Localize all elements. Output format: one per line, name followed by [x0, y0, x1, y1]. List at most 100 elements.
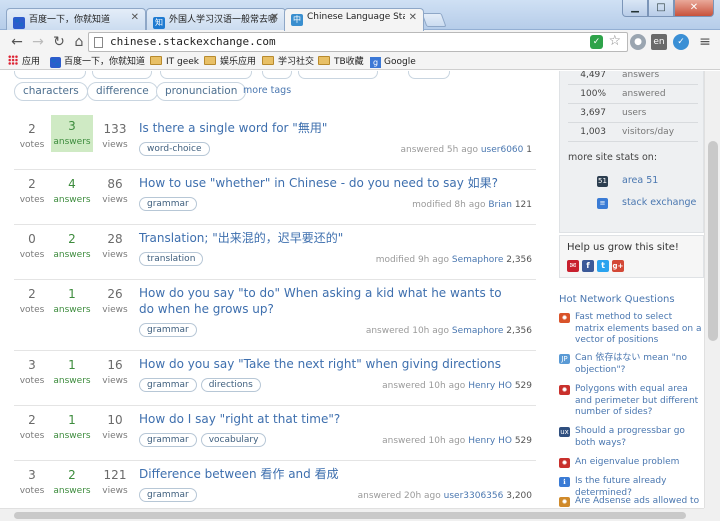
- question-title-link[interactable]: Is there a single word for "無用": [139, 120, 519, 136]
- zhihu-icon: 知: [153, 17, 165, 29]
- tab-chinese-stackexchange[interactable]: 中 Chinese Language Stack Exchange ✕: [284, 8, 424, 31]
- hnq-item[interactable]: ✹ An eigenvalue problem: [559, 457, 704, 469]
- hnq-link[interactable]: An eigenvalue problem: [575, 457, 704, 469]
- hnq-link[interactable]: Can 依存はない mean "no objection"?: [575, 353, 704, 376]
- bookmark-baidu[interactable]: 🐾 百度一下，你就知道: [50, 55, 145, 69]
- vertical-scroll-thumb[interactable]: [708, 141, 718, 341]
- bookmark-star-icon[interactable]: ☆: [608, 33, 621, 49]
- back-arrow-icon[interactable]: ←: [8, 33, 26, 51]
- close-icon[interactable]: ✕: [409, 12, 417, 23]
- bookmark-google[interactable]: g Google: [370, 55, 416, 69]
- close-icon[interactable]: ✕: [131, 12, 139, 23]
- tag-chip-partial[interactable]: [14, 71, 86, 79]
- hnq-item[interactable]: ux Should a progressbar go both ways?: [559, 426, 704, 449]
- tab-zhihu[interactable]: 知外国人学习汉语一般常去哪 ✕: [146, 8, 286, 30]
- stat-value: 1,003: [580, 127, 606, 137]
- user-link[interactable]: Brian: [488, 200, 512, 210]
- question-tags: word-choice: [139, 142, 210, 156]
- hot-network-questions-title[interactable]: Hot Network Questions: [559, 294, 675, 305]
- hnq-link[interactable]: Polygons with equal area and perimeter b…: [575, 384, 704, 419]
- baidu-paw-icon: 🐾: [13, 17, 25, 29]
- tag-chip-pronunciation[interactable]: pronunciation: [156, 82, 247, 101]
- user-link[interactable]: user3306356: [444, 491, 504, 501]
- tag-chip-partial[interactable]: [298, 71, 378, 79]
- home-icon[interactable]: ⌂: [70, 33, 88, 51]
- hnq-link[interactable]: Are Adsense ads allowed to run: [575, 496, 704, 508]
- area51-link[interactable]: area 51: [622, 172, 704, 190]
- hnq-item[interactable]: ✹ Are Adsense ads allowed to run: [559, 496, 704, 508]
- votes-count: 3 votes: [19, 468, 45, 496]
- bookmark-folder-tb[interactable]: TB收藏: [318, 55, 364, 69]
- horizontal-scrollbar[interactable]: [0, 508, 704, 521]
- adblock-shield-icon[interactable]: ✓: [590, 35, 603, 49]
- new-tab-button[interactable]: [421, 13, 447, 27]
- question-title-link[interactable]: How do you say "to do" When asking a kid…: [139, 285, 519, 317]
- question-tag[interactable]: grammar: [139, 433, 197, 447]
- tag-chip-partial[interactable]: [262, 71, 292, 79]
- maximize-button[interactable]: □: [648, 0, 674, 17]
- hnq-link[interactable]: Fast method to select matrix elements ba…: [575, 312, 704, 347]
- webmasters-site-icon: ✹: [559, 497, 570, 507]
- question-tag[interactable]: word-choice: [139, 142, 210, 156]
- user-link[interactable]: user6060: [481, 145, 524, 155]
- views-count: 86 views: [102, 177, 128, 205]
- question-tag[interactable]: directions: [200, 378, 261, 392]
- hnq-item[interactable]: ✹ Polygons with equal area and perimeter …: [559, 384, 704, 419]
- tag-chip-partial[interactable]: [160, 71, 252, 79]
- hnq-link[interactable]: Should a progressbar go both ways?: [575, 426, 704, 449]
- question-tag[interactable]: vocabulary: [200, 433, 267, 447]
- user-link[interactable]: Henry HO: [468, 381, 512, 391]
- question-title-link[interactable]: How do I say "right at that time"?: [139, 411, 519, 427]
- question-title-link[interactable]: How do you say "Take the next right" whe…: [139, 356, 519, 372]
- bookmarks-bar: 应用 🐾 百度一下，你就知道 IT geek 娱乐应用 学习社交 TB收藏 g Go…: [0, 54, 720, 70]
- reload-icon[interactable]: ↻: [50, 33, 68, 51]
- tab-baidu[interactable]: 🐾 百度一下，你就知道 ✕: [6, 8, 146, 30]
- user-link[interactable]: Semaphore: [452, 326, 504, 336]
- tag-chip-characters[interactable]: characters: [14, 82, 88, 101]
- stat-value: 3,697: [580, 108, 606, 118]
- question-tag[interactable]: grammar: [139, 378, 197, 392]
- address-bar[interactable]: chinese.stackexchange.com ✓ ☆: [88, 32, 628, 52]
- bookmark-folder-entertainment[interactable]: 娱乐应用: [204, 55, 256, 69]
- stackexchange-link[interactable]: stack exchange: [622, 194, 704, 212]
- close-icon[interactable]: ✕: [271, 12, 279, 23]
- forward-arrow-icon[interactable]: →: [29, 33, 47, 51]
- tag-chip-difference[interactable]: difference: [87, 82, 158, 101]
- stat-value: 4,497: [580, 71, 606, 80]
- url-text[interactable]: chinese.stackexchange.com: [110, 35, 276, 48]
- folder-icon: [262, 56, 274, 65]
- question-tag[interactable]: translation: [139, 252, 204, 266]
- email-share-icon[interactable]: ✉: [567, 260, 579, 272]
- vertical-scrollbar[interactable]: [704, 71, 720, 508]
- extension-globe-icon[interactable]: ●: [630, 34, 646, 50]
- question-tag[interactable]: grammar: [139, 488, 197, 502]
- tag-chip-partial[interactable]: [408, 71, 450, 79]
- hnq-item[interactable]: ✹ Fast method to select matrix elements b…: [559, 312, 704, 347]
- question-title-link[interactable]: Difference between 看作 and 看成: [139, 466, 519, 482]
- question-title-link[interactable]: How to use "whether" in Chinese - do you…: [139, 175, 519, 191]
- user-link[interactable]: Henry HO: [468, 436, 512, 446]
- user-link[interactable]: Semaphore: [452, 255, 504, 265]
- tag-chip-partial[interactable]: [92, 71, 152, 79]
- facebook-share-icon[interactable]: f: [582, 260, 594, 272]
- question-tag[interactable]: grammar: [139, 197, 197, 211]
- folder-icon: [318, 56, 330, 65]
- more-tags-link[interactable]: more tags: [243, 85, 291, 96]
- menu-icon[interactable]: ≡: [696, 33, 714, 51]
- browser-titlebar: 🐾 百度一下，你就知道 ✕ 知外国人学习汉语一般常去哪 ✕ 中 Chinese La…: [0, 0, 720, 31]
- minimize-button[interactable]: ▁: [622, 0, 648, 17]
- twitter-share-icon[interactable]: t: [597, 260, 609, 272]
- bookmark-folder-it-geek[interactable]: IT geek: [150, 55, 199, 69]
- close-window-button[interactable]: ✕: [674, 0, 714, 17]
- hnq-item[interactable]: JP Can 依存はない mean "no objection"?: [559, 353, 704, 376]
- bookmark-folder-study[interactable]: 学习社交: [262, 55, 314, 69]
- googleplus-share-icon[interactable]: g+: [612, 260, 624, 272]
- horizontal-scroll-thumb[interactable]: [14, 512, 686, 519]
- tab-title: Chinese Language Stack Exchange: [307, 12, 405, 22]
- question-title-link[interactable]: Translation; "出来混的，迟早要还的": [139, 230, 519, 246]
- extension-translate-icon[interactable]: en: [651, 34, 667, 50]
- activity-text: answered 10h ago: [365, 326, 449, 336]
- bookmark-apps[interactable]: 应用: [8, 55, 40, 69]
- question-tag[interactable]: grammar: [139, 323, 197, 337]
- extension-compass-icon[interactable]: ✓: [673, 34, 689, 50]
